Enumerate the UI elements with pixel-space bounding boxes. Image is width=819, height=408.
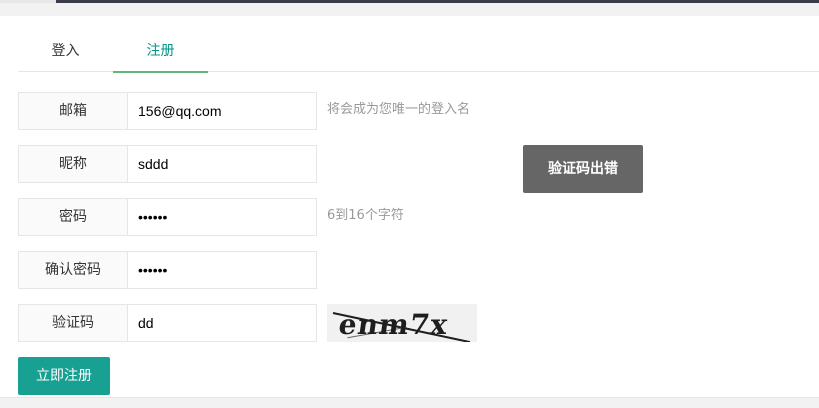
tab-login[interactable]: 登入	[18, 33, 113, 72]
nickname-field[interactable]: sddd	[127, 145, 317, 183]
captcha-field[interactable]: dd	[127, 304, 317, 342]
password-field[interactable]: ••••••	[127, 198, 317, 236]
email-hint: 将会成为您唯一的登入名	[327, 102, 471, 117]
password-hint: 6到16个字符	[327, 208, 404, 223]
tab-register[interactable]: 注册	[113, 33, 208, 73]
email-field[interactable]: 156@qq.com	[127, 92, 317, 130]
bottom-bar	[0, 397, 819, 408]
top-bar-line	[0, 0, 819, 3]
captcha-text: enm7x	[336, 308, 451, 341]
confirm-password-field[interactable]: ••••••	[127, 251, 317, 289]
email-label: 邮箱	[18, 92, 128, 130]
captcha-error-message: 验证码出错	[523, 145, 643, 193]
captcha-label: 验证码	[18, 304, 128, 342]
tab-bar: 登入 注册	[18, 33, 819, 73]
top-bar-tab-indicator	[0, 0, 56, 3]
password-label: 密码	[18, 198, 128, 236]
register-button[interactable]: 立即注册	[18, 357, 110, 395]
captcha-image[interactable]: enm7x	[327, 304, 477, 342]
nickname-label: 昵称	[18, 145, 128, 183]
top-bar	[0, 0, 819, 16]
confirm-password-label: 确认密码	[18, 251, 128, 289]
